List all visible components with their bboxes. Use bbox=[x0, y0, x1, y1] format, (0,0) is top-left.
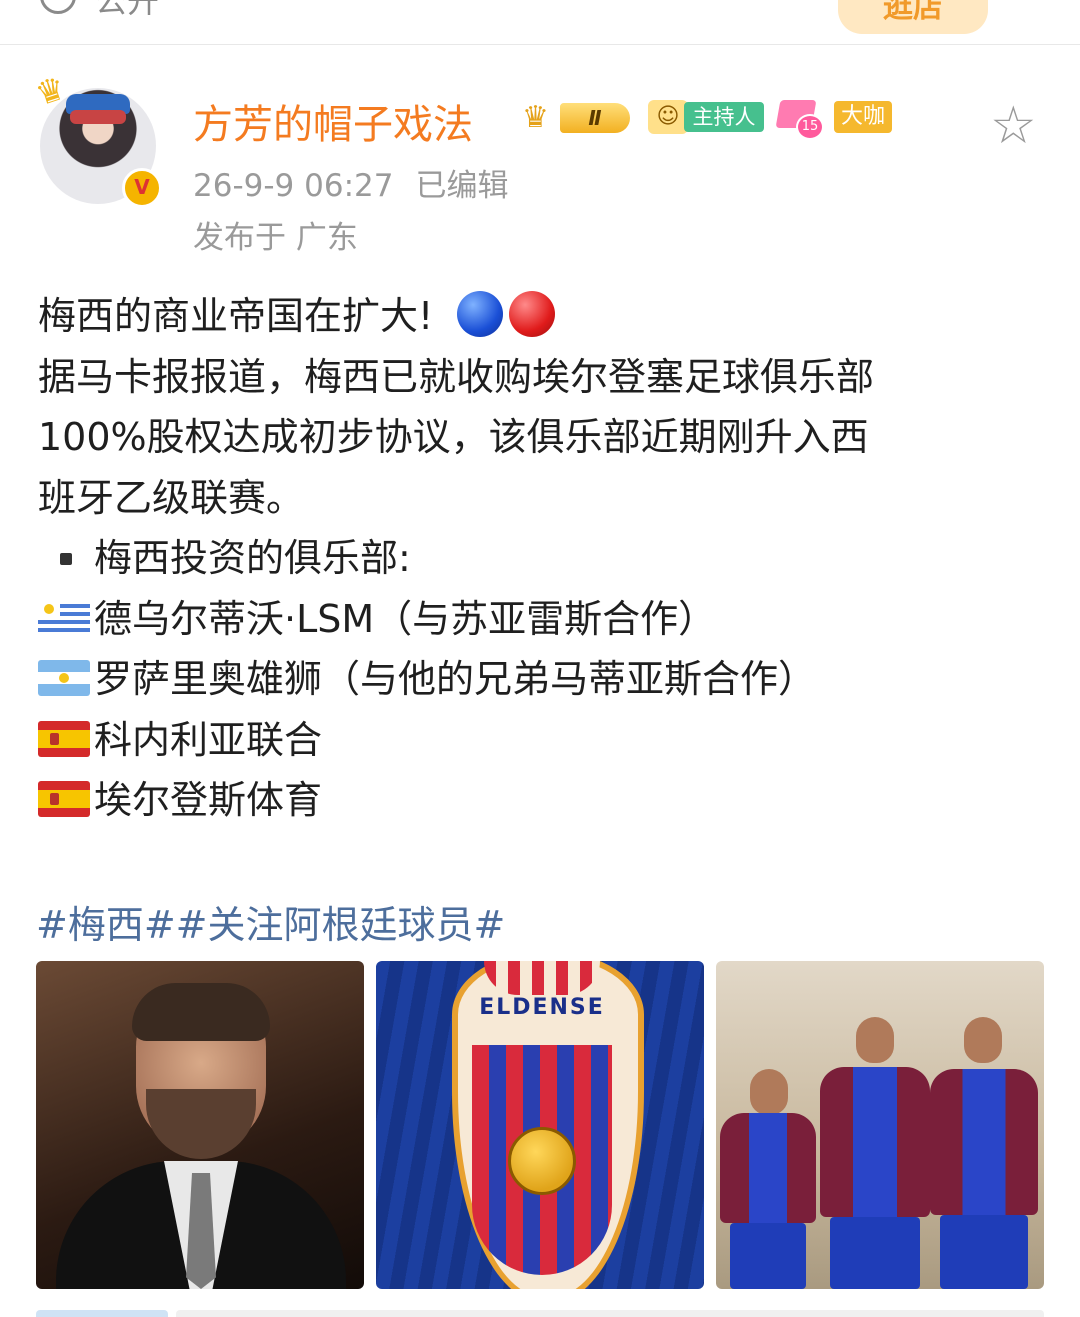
list-heading-text: 梅西投资的俱乐部: bbox=[94, 536, 411, 580]
host-face-icon: ☺ bbox=[648, 100, 688, 134]
post-line: 梅西的商业帝国在扩大! bbox=[38, 286, 1048, 347]
favorite-star-icon[interactable]: ☆ bbox=[990, 100, 1037, 152]
level-number: 15 bbox=[796, 114, 824, 140]
photo-grid: ELDENSE bbox=[36, 961, 1044, 1289]
post-body: 梅西的商业帝国在扩大! 据马卡报报道，梅西已就收购埃尔登塞足球俱乐部 100%股… bbox=[38, 286, 1048, 831]
vip-badge[interactable]: ♛ Ⅱ bbox=[522, 100, 632, 136]
club-name: 科内利亚联合 bbox=[94, 717, 323, 762]
club-name: 德乌尔蒂沃·LSM（与苏亚雷斯合作） bbox=[94, 596, 717, 641]
football-icon bbox=[508, 1127, 576, 1195]
uruguay-flag-icon bbox=[38, 599, 90, 636]
spain-flag-icon bbox=[38, 781, 90, 817]
post-line: 班牙乙级联赛。 bbox=[38, 475, 305, 520]
list-heading: 梅西投资的俱乐部: bbox=[38, 528, 1048, 589]
promo-button[interactable]: 逛店 bbox=[838, 0, 988, 34]
club-item: 科内利亚联合 bbox=[38, 710, 1048, 771]
blue-circle-icon bbox=[457, 291, 504, 337]
spain-flag-icon bbox=[38, 720, 90, 757]
edited-label[interactable]: 已编辑 bbox=[415, 168, 508, 204]
club-item: 德乌尔蒂沃·LSM（与苏亚雷斯合作） bbox=[38, 589, 1048, 650]
globe-icon bbox=[40, 0, 76, 14]
photo-messi-portrait[interactable] bbox=[36, 961, 364, 1289]
hashtag-links[interactable]: #梅西##关注阿根廷球员# bbox=[36, 894, 505, 949]
visibility-label[interactable]: 公开 bbox=[95, 0, 159, 22]
verified-badge: V bbox=[122, 168, 162, 208]
post-line: 100%股权达成初步协议，该俱乐部近期刚升入西 bbox=[38, 415, 869, 459]
top-bar: 公开 逛店 bbox=[0, 0, 1080, 45]
club-name: 罗萨里奥雄狮（与他的兄弟马蒂亚斯合作） bbox=[94, 657, 817, 701]
next-card-edge bbox=[36, 1310, 1044, 1317]
crest-text: ELDENSE bbox=[479, 995, 605, 1020]
post-meta: 26-9-9 06:27 已编辑 bbox=[193, 160, 508, 205]
daka-badge[interactable]: 大咖 bbox=[834, 101, 892, 133]
club-item: 罗萨里奥雄狮（与他的兄弟马蒂亚斯合作） bbox=[38, 649, 1048, 710]
club-name: 埃尔登斯体育 bbox=[94, 778, 323, 822]
club-item: 埃尔登斯体育 bbox=[38, 770, 1048, 831]
bullet-icon bbox=[60, 553, 72, 565]
post-line: 据马卡报报道，梅西已就收购埃尔登塞足球俱乐部 bbox=[38, 354, 875, 399]
red-circle-icon bbox=[509, 291, 556, 337]
post-headline: 梅西的商业帝国在扩大! bbox=[38, 294, 434, 338]
host-badge[interactable]: ☺ 主持人 bbox=[648, 100, 764, 134]
host-badge-label: 主持人 bbox=[684, 102, 764, 132]
post-time: 26-9-9 06:27 bbox=[193, 168, 394, 204]
photo-club-crest[interactable]: ELDENSE bbox=[376, 961, 704, 1289]
vip-crown-icon: ♛ bbox=[522, 100, 549, 135]
level-badge[interactable]: 15 bbox=[775, 100, 824, 140]
post-location: 发布于 广东 bbox=[193, 220, 358, 256]
photo-players-kit[interactable] bbox=[716, 961, 1044, 1289]
author-avatar[interactable]: ♛ V bbox=[31, 68, 166, 208]
author-name[interactable]: 方芳的帽子戏法 bbox=[193, 92, 473, 150]
argentina-flag-icon bbox=[38, 660, 90, 696]
vip-level: Ⅱ bbox=[560, 103, 630, 133]
